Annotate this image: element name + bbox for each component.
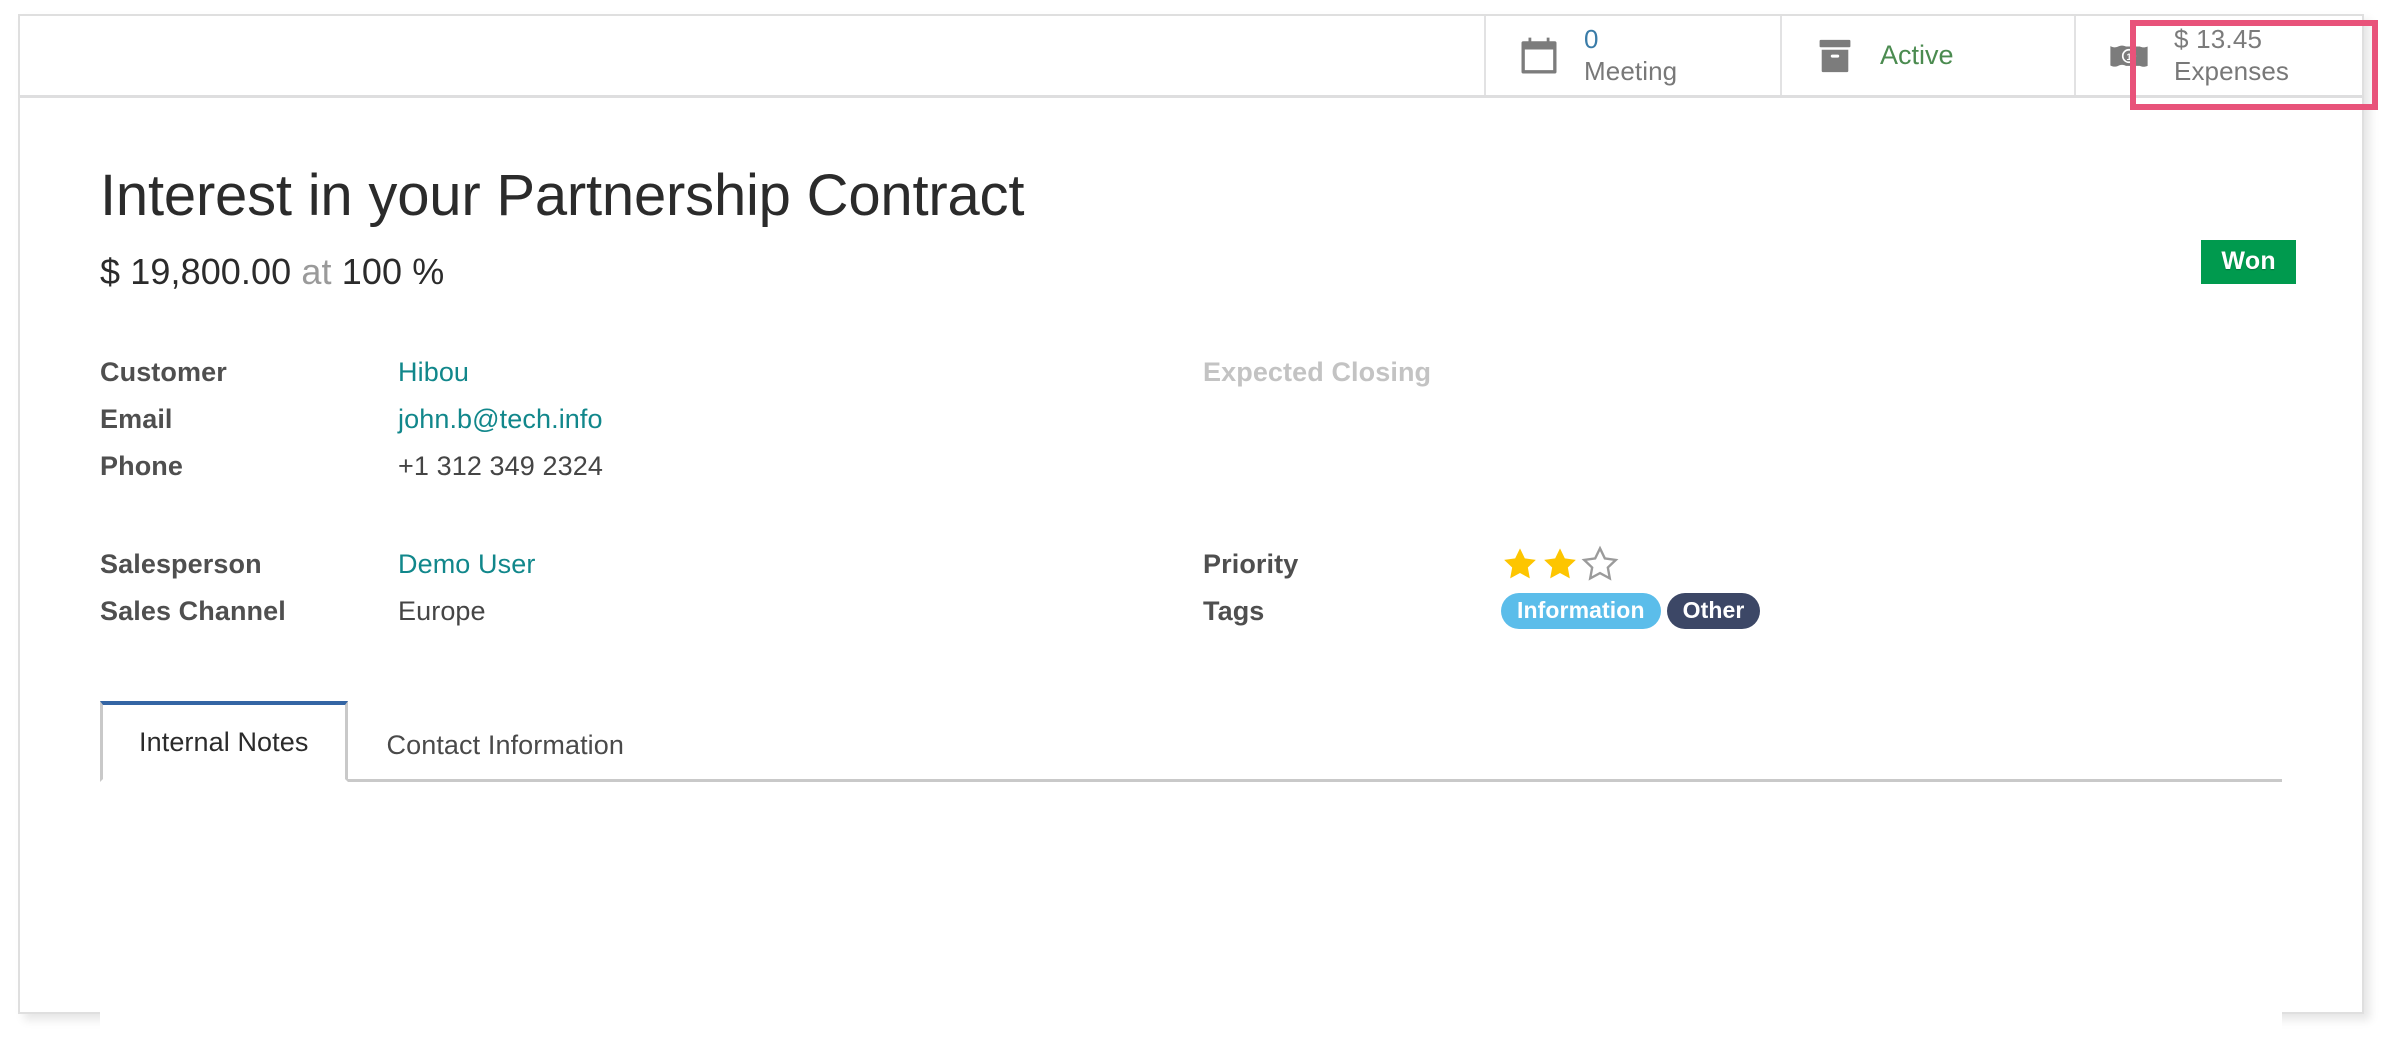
field-sales-channel-label: Sales Channel — [100, 595, 286, 626]
field-customer: Customer Hibou — [100, 349, 1191, 395]
field-priority-label: Priority — [1203, 548, 1299, 579]
expected-revenue-line: $ 19,800.00 at 100 % — [100, 251, 2282, 293]
star-filled-icon[interactable] — [1541, 545, 1579, 583]
tab-pane-internal-notes[interactable] — [100, 781, 2282, 1046]
field-email-value[interactable]: john.b@tech.info — [398, 396, 1191, 442]
smart-button-expenses[interactable]: 1 $ 13.45 Expenses — [2074, 16, 2362, 95]
field-salesperson-value[interactable]: Demo User — [398, 541, 1191, 587]
tab-bar: Internal Notes Contact Information — [100, 698, 2282, 782]
status-ribbon-won: Won — [2201, 240, 2296, 284]
svg-text:1: 1 — [2126, 52, 2131, 62]
star-filled-icon[interactable] — [1501, 545, 1539, 583]
smart-button-meeting[interactable]: 0 Meeting — [1484, 16, 1780, 95]
tab-internal-notes[interactable]: Internal Notes — [100, 700, 348, 782]
field-tags-label: Tags — [1203, 595, 1265, 626]
field-phone-value[interactable]: +1 312 349 2324 — [398, 443, 1191, 489]
at-separator: at — [301, 250, 332, 292]
field-group-right: Expected Closing Priority Tags Informati… — [1191, 349, 2282, 634]
smart-button-expenses-text: $ 13.45 Expenses — [2174, 24, 2289, 87]
field-group-divider — [100, 489, 1191, 541]
meeting-label: Meeting — [1584, 55, 1678, 86]
field-phone: Phone +1 312 349 2324 — [100, 443, 1191, 489]
field-group-left: Customer Hibou Email john.b@tech.info Ph… — [100, 349, 1191, 634]
tag-list: Information Other — [1501, 588, 2282, 634]
opportunity-form-card: 0 Meeting Active 1 $ 13.45 Expenses Won … — [18, 14, 2378, 1046]
field-group-divider-right — [1203, 489, 2282, 541]
field-priority-value — [1501, 541, 2282, 587]
field-email-label: Email — [100, 403, 173, 434]
field-salesperson-label: Salesperson — [100, 548, 262, 579]
field-spacer-1 — [1203, 396, 2282, 442]
money-bill-icon: 1 — [2106, 33, 2152, 79]
field-tags-value: Information Other — [1501, 588, 2282, 634]
notebook: Internal Notes Contact Information — [100, 698, 2282, 1046]
expected-revenue-value: $ 19,800.00 — [100, 250, 292, 292]
field-priority: Priority — [1203, 541, 2282, 587]
field-phone-label: Phone — [100, 450, 184, 481]
field-spacer-2 — [1203, 443, 2282, 489]
meeting-count: 0 — [1584, 23, 1599, 54]
expenses-label: Expenses — [2174, 55, 2289, 86]
smart-button-meeting-text: 0 Meeting — [1584, 24, 1677, 87]
field-tags: Tags Information Other — [1203, 588, 2282, 634]
form-sheet: Won Interest in your Partnership Contrac… — [20, 98, 2362, 1046]
field-expected-closing-label: Expected Closing — [1203, 356, 1432, 387]
probability-value: 100 % — [341, 250, 445, 292]
field-sales-channel: Sales Channel Europe — [100, 588, 1191, 634]
field-sales-channel-value[interactable]: Europe — [398, 588, 1191, 634]
calendar-icon — [1516, 33, 1562, 79]
active-status-label: Active — [1880, 40, 1954, 70]
page-title: Interest in your Partnership Contract — [100, 163, 1025, 228]
archive-box-icon — [1812, 33, 1858, 79]
tag-information[interactable]: Information — [1501, 592, 1661, 630]
smart-button-active[interactable]: Active — [1780, 16, 2074, 95]
field-expected-closing: Expected Closing — [1203, 349, 2282, 395]
tab-contact-information[interactable]: Contact Information — [348, 705, 664, 782]
star-empty-icon[interactable] — [1581, 545, 1619, 583]
field-salesperson: Salesperson Demo User — [100, 541, 1191, 587]
field-groups: Customer Hibou Email john.b@tech.info Ph… — [100, 349, 2282, 634]
priority-star-widget[interactable] — [1501, 541, 2282, 587]
tag-other[interactable]: Other — [1666, 592, 1761, 630]
field-email: Email john.b@tech.info — [100, 396, 1191, 442]
expenses-amount: $ 13.45 — [2174, 23, 2263, 54]
screenshot-root: 0 Meeting Active 1 $ 13.45 Expenses Won … — [0, 0, 2382, 1046]
field-customer-value[interactable]: Hibou — [398, 349, 1191, 395]
field-customer-label: Customer — [100, 356, 227, 387]
smart-button-bar: 0 Meeting Active 1 $ 13.45 Expenses — [20, 16, 2378, 110]
